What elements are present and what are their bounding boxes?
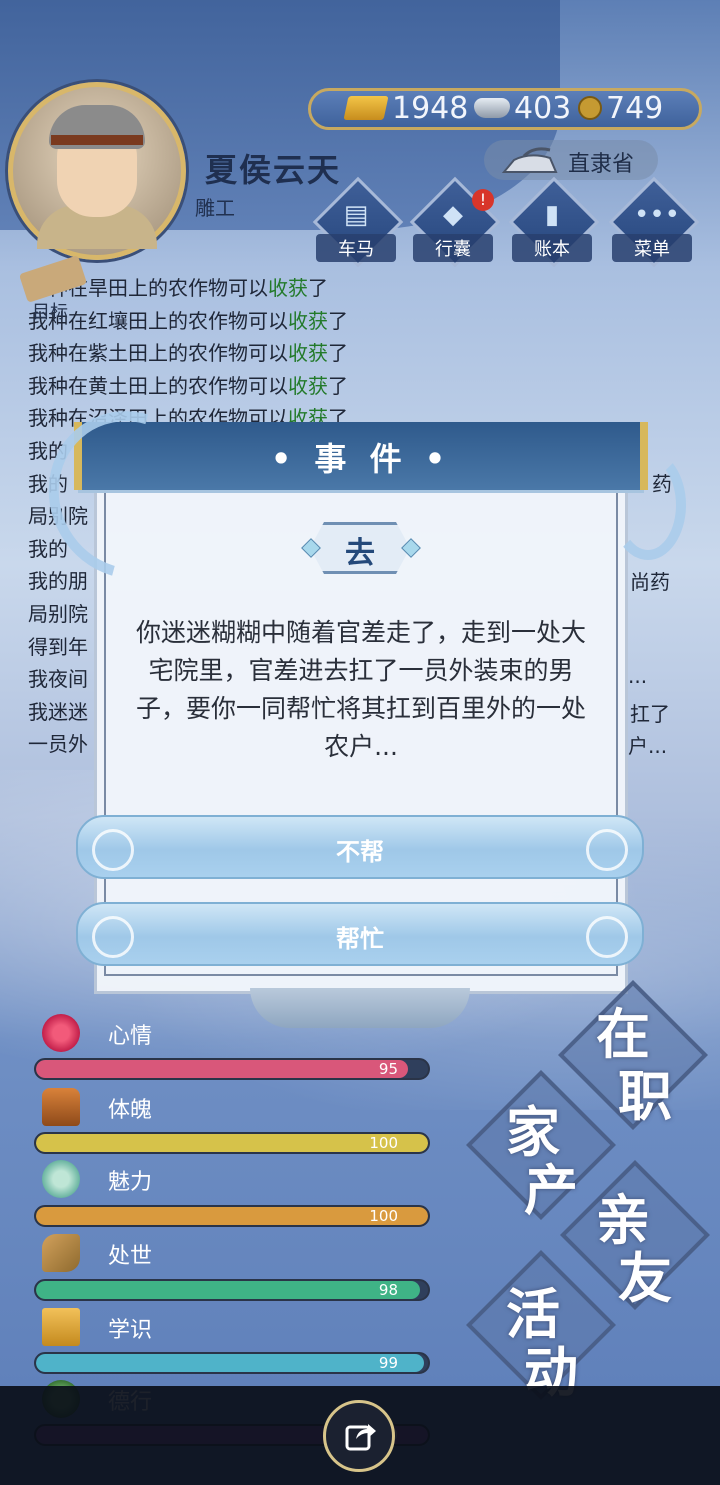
share-icon: [345, 1424, 376, 1451]
stat-value: 95: [378, 1060, 398, 1078]
silver-ingot-icon: [474, 98, 510, 118]
ledger-button[interactable]: ▮ 账本: [508, 176, 600, 268]
stat-label: 魅力: [108, 1170, 153, 1195]
log-line: 我种在紫土田上的农作物可以收获了: [28, 341, 348, 366]
log-fragment: 扛了: [630, 702, 670, 726]
event-description: 你迷迷糊糊中随着官差走了，走到一处大宅院里，官差进去扛了一员外装束的男子，要你一…: [135, 618, 586, 761]
stat-bar: 100: [34, 1205, 430, 1227]
gold-ingot-icon: [343, 96, 389, 120]
stat-bar: 100: [34, 1132, 430, 1154]
ledger-icon: ▮: [544, 200, 560, 230]
log-line: 我种在旱田上的农作物可以收获了: [28, 276, 328, 300]
books-icon: [42, 1308, 80, 1346]
carriage-button[interactable]: ▤ 车马: [312, 176, 404, 268]
silver-amount: 403: [514, 91, 572, 126]
nav-activities-button[interactable]: 活 动: [466, 1250, 616, 1404]
copper-coin-icon: [578, 96, 602, 120]
stat-value: 98: [378, 1281, 398, 1299]
option-refuse-button[interactable]: 不帮: [76, 815, 644, 879]
ribbon-decoration: [610, 450, 686, 560]
log-line: 我种在红壤田上的农作物可以收获了: [28, 308, 348, 333]
player-title: 雕工: [195, 196, 235, 220]
menu-button[interactable]: ••• 菜单: [608, 176, 700, 268]
hydrant-icon: [42, 1088, 80, 1126]
share-button[interactable]: [323, 1400, 395, 1472]
stat-bar-fill: [36, 1060, 409, 1078]
log-line: 我种在黄土田上的农作物可以收获了: [28, 373, 348, 398]
stat-bar-fill: [36, 1354, 425, 1372]
stat-label: 处世: [108, 1244, 153, 1269]
option-help-button[interactable]: 帮忙: [76, 902, 644, 966]
location-name: 直隶省: [568, 152, 635, 177]
alert-badge: !: [472, 189, 494, 211]
log-fragment: ...: [628, 664, 648, 688]
jade-icon: [42, 1160, 80, 1198]
log-fragment: 尚药: [630, 570, 670, 594]
carriage-icon: ▤: [343, 200, 369, 230]
log-fragment: 户...: [628, 734, 668, 758]
shoes-icon: [42, 1234, 80, 1272]
stat-bar-fill: [36, 1281, 421, 1299]
flower-icon: [42, 1014, 80, 1052]
stat-label: 体魄: [108, 1098, 153, 1123]
stat-value: 100: [369, 1134, 398, 1152]
bag-icon: ◆: [443, 200, 463, 230]
stat-label: 心情: [108, 1024, 153, 1049]
stat-bar: 99: [34, 1352, 430, 1374]
gold-amount: 1948: [392, 91, 469, 126]
avatar-headband: [51, 135, 143, 145]
player-name: 夏侯云天: [205, 151, 342, 189]
coin-amount: 749: [606, 91, 664, 126]
avatar[interactable]: [8, 82, 186, 260]
menu-icon: •••: [634, 200, 681, 230]
goal-button[interactable]: 目标: [14, 255, 88, 323]
scroll-icon: [18, 255, 88, 303]
stat-value: 99: [378, 1354, 398, 1372]
iron-icon: [501, 147, 558, 173]
stat-bar: 98: [34, 1279, 430, 1301]
stat-bar: 95: [34, 1058, 430, 1080]
stat-value: 100: [369, 1207, 398, 1225]
stat-label: 学识: [108, 1318, 153, 1343]
dialog-foot-ornament: [250, 988, 470, 1028]
